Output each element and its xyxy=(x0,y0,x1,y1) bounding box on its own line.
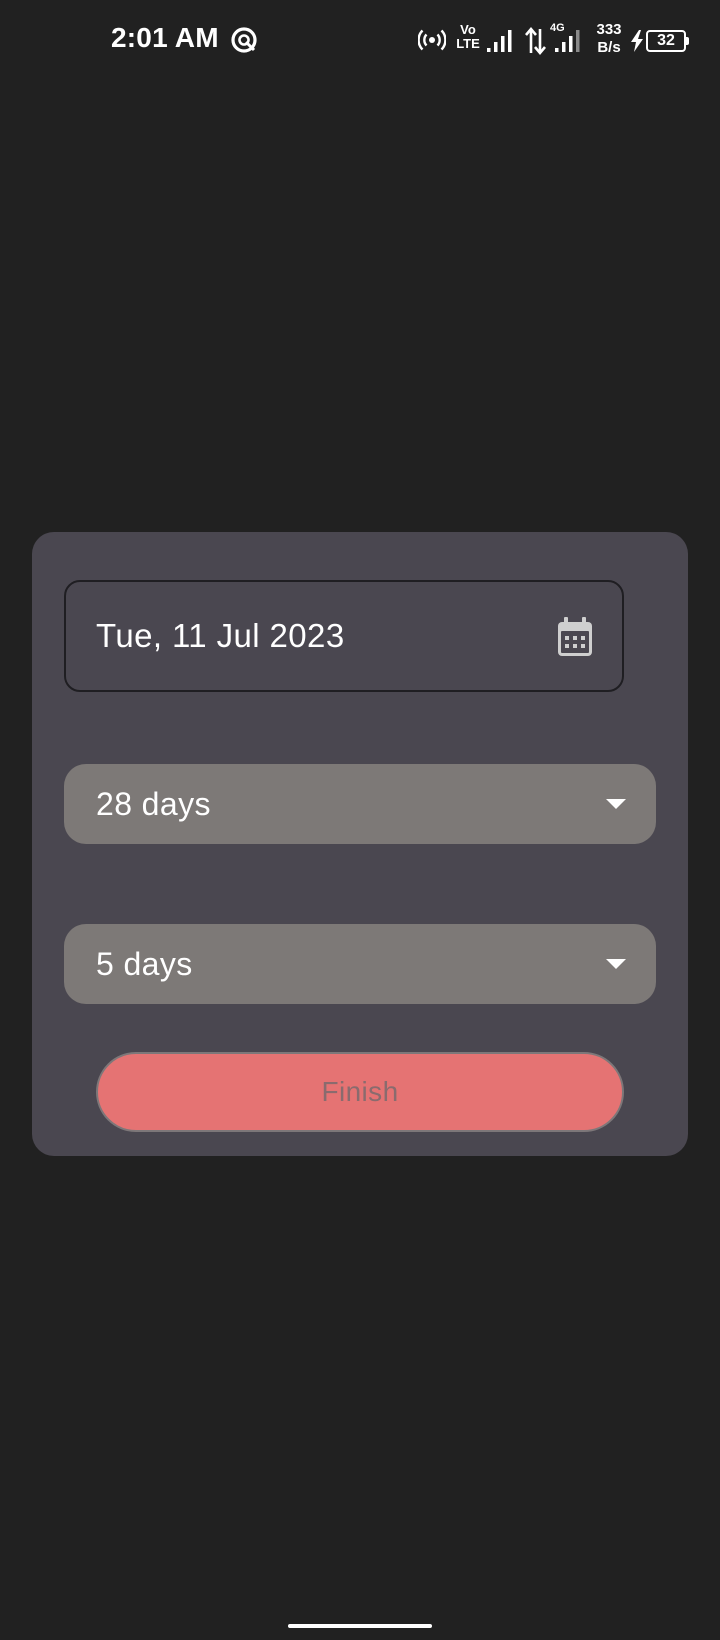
cycle-setup-card: Tue, 11 Jul 2023 28 days 5 days Finish xyxy=(32,532,688,1156)
volte-top-label: Vo xyxy=(460,22,476,37)
cycle-length-dropdown[interactable]: 28 days xyxy=(64,764,656,844)
speed-value: 333 xyxy=(596,21,622,38)
period-length-value: 5 days xyxy=(96,945,193,982)
calendar-icon[interactable] xyxy=(556,616,594,658)
notification-app-icon xyxy=(231,27,257,53)
battery-icon: 32 xyxy=(646,30,689,52)
date-value: Tue, 11 Jul 2023 xyxy=(96,617,345,654)
period-length-dropdown[interactable]: 5 days xyxy=(64,924,656,1004)
caret-down-icon xyxy=(606,799,626,809)
data-arrows-icon xyxy=(525,26,546,56)
hotspot-icon xyxy=(418,29,446,51)
status-bar: 2:01 AM Vo LTE 4G 333 B/s 32 xyxy=(0,0,720,84)
speed-unit: B/s xyxy=(597,39,621,56)
last-period-date-field[interactable]: Tue, 11 Jul 2023 xyxy=(64,580,624,692)
battery-level: 32 xyxy=(657,32,675,49)
network-speed: 333 B/s xyxy=(589,21,629,57)
screen: 2:01 AM Vo LTE 4G 333 B/s 32 Tue, 11 Jul… xyxy=(0,0,720,1640)
signal-icon xyxy=(487,30,512,52)
volte-indicator: Vo LTE xyxy=(454,23,482,57)
cycle-length-value: 28 days xyxy=(96,785,211,822)
signal-icon xyxy=(555,30,580,52)
caret-down-icon xyxy=(606,959,626,969)
home-indicator[interactable] xyxy=(288,1624,432,1628)
volte-bottom-label: LTE xyxy=(456,36,480,51)
finish-button[interactable]: Finish xyxy=(96,1052,624,1132)
charging-icon xyxy=(631,30,643,52)
status-time: 2:01 AM xyxy=(111,22,219,53)
